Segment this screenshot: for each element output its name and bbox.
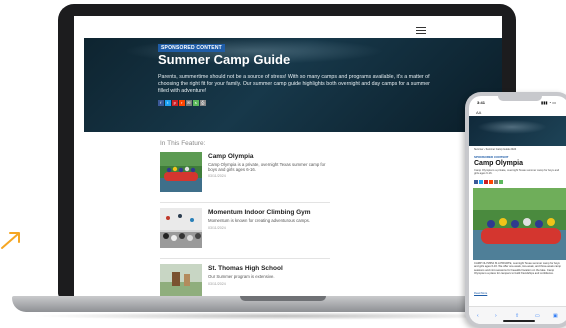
divider (160, 202, 330, 203)
article-item-camp-olympia[interactable]: Camp Olympia Camp Olympia is a private, … (160, 152, 330, 198)
article-thumbnail[interactable] (160, 208, 202, 248)
share-buttons: f t p r ✉ s ⎙ (158, 100, 206, 106)
sms-icon[interactable] (499, 180, 503, 184)
article-title[interactable]: Momentum Indoor Climbing Gym (208, 209, 311, 216)
page-title: Summer Camp Guide (158, 52, 291, 67)
laptop-opening-notch (240, 296, 326, 301)
article-description: Camp Olympia is a private, overnight Tex… (208, 162, 326, 173)
page-description: Parents, summertime should not be a sour… (158, 74, 430, 94)
print-icon[interactable]: ⎙ (200, 100, 206, 106)
article-thumbnail[interactable] (160, 152, 202, 192)
twitter-icon[interactable] (479, 180, 483, 184)
pinterest-icon[interactable] (484, 180, 488, 184)
status-icons: ▮▮▮ ◔ ▭ (541, 100, 557, 105)
menu-icon[interactable] (416, 27, 426, 34)
arrow-icon (1, 232, 20, 249)
phone-share-buttons (474, 180, 503, 184)
bookmarks-icon[interactable]: ▭ (535, 313, 540, 319)
article-item-st-thomas[interactable]: St. Thomas High School Our Summer progra… (160, 264, 330, 299)
forward-icon[interactable]: › (495, 313, 497, 319)
email-icon[interactable] (494, 180, 498, 184)
article-date: 03/11/2024 (208, 174, 226, 178)
reader-aa-button[interactable]: AA (476, 110, 481, 115)
feature-heading: In This Feature: (160, 140, 206, 147)
article-thumbnail[interactable] (160, 264, 202, 299)
pinterest-icon[interactable]: p (172, 100, 178, 106)
reddit-icon[interactable] (489, 180, 493, 184)
article-description: Momentum is known for creating adventuro… (208, 218, 310, 223)
article-title[interactable]: St. Thomas High School (208, 265, 283, 272)
article-item-momentum[interactable]: Momentum Indoor Climbing Gym Momentum is… (160, 208, 330, 254)
article-date: 03/11/2024 (208, 282, 226, 286)
phone-article-photo (473, 188, 566, 260)
phone-screen: 3:41 ▮▮▮ ◔ ▭ AA Summer › Summer Camp Gui… (469, 96, 566, 324)
twitter-icon[interactable]: t (165, 100, 171, 106)
article-title[interactable]: Camp Olympia (208, 153, 254, 160)
article-description: Our Summer program is extensive. (208, 274, 275, 279)
phone-hero-banner (469, 116, 566, 146)
sms-icon[interactable]: s (193, 100, 199, 106)
phone-article-body: CAMP OLYMPIA IS A PRIVATE, overnight Tex… (474, 262, 561, 276)
top-bar (74, 16, 502, 38)
facebook-icon[interactable]: f (158, 100, 164, 106)
sponsored-badge: SPONSORED CONTENT (474, 155, 509, 159)
status-time: 3:41 (477, 100, 486, 105)
laptop-screen: SPONSORED CONTENT Summer Camp Guide Pare… (74, 16, 502, 299)
phone-notch (498, 96, 542, 101)
phone-article-description: Camp Olympia is a private, overnight Tex… (474, 169, 560, 176)
reddit-icon[interactable]: r (179, 100, 185, 106)
back-icon[interactable]: ‹ (477, 313, 479, 319)
share-icon[interactable]: ⇧ (515, 313, 519, 319)
phone-hero-image (477, 120, 547, 134)
phone-article-title: Camp Olympia (474, 160, 524, 167)
facebook-icon[interactable] (474, 180, 478, 184)
tabs-icon[interactable]: ▣ (553, 313, 558, 319)
email-icon[interactable]: ✉ (186, 100, 192, 106)
article-date: 03/11/2024 (208, 226, 226, 230)
read-more-link[interactable]: Read More (474, 292, 487, 295)
laptop-shadow (30, 312, 530, 320)
home-indicator (503, 320, 535, 322)
breadcrumb[interactable]: Summer › Summer Camp Guide 2024 (474, 148, 516, 151)
divider (160, 258, 330, 259)
sponsored-badge: SPONSORED CONTENT (158, 44, 225, 52)
